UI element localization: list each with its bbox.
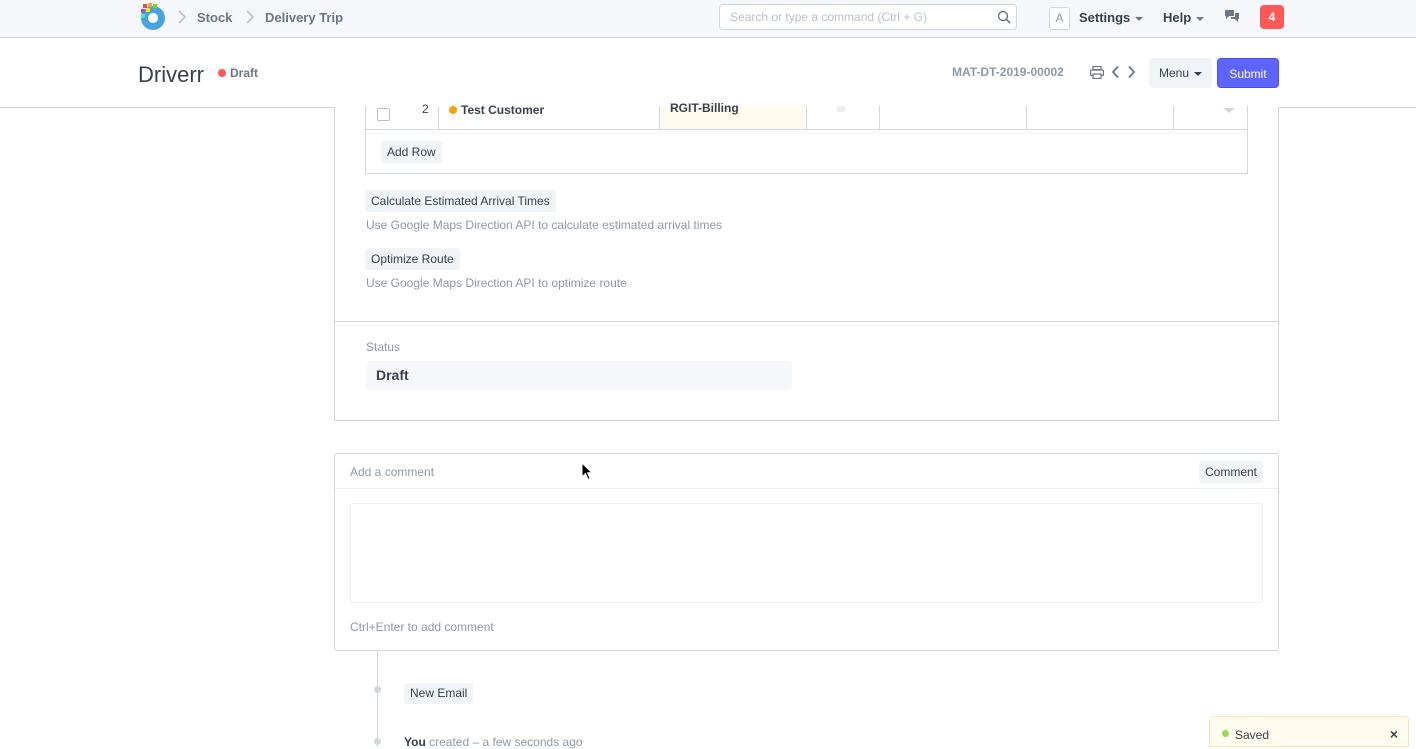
settings-label: Settings <box>1079 10 1131 25</box>
calculate-arrival-times-button[interactable]: Calculate Estimated Arrival Times <box>365 190 556 212</box>
saved-toast: Saved × <box>1209 716 1409 747</box>
empty-cell[interactable] <box>1027 106 1174 129</box>
comment-hint: Ctrl+Enter to add comment <box>350 620 494 634</box>
chat-icon[interactable] <box>1224 9 1240 23</box>
breadcrumb-stock[interactable]: Stock <box>197 10 232 25</box>
search-box <box>719 4 1017 30</box>
mouse-cursor-icon <box>581 462 593 481</box>
row-checkbox[interactable] <box>377 108 390 121</box>
empty-cell[interactable] <box>880 106 1027 129</box>
help-label: Help <box>1163 10 1192 25</box>
timeline-dot <box>374 686 381 693</box>
status-field: Draft <box>366 361 792 390</box>
notifications-badge[interactable]: 4 <box>1260 5 1284 29</box>
row-expand-icon[interactable] <box>1223 108 1235 113</box>
optimize-help-text: Use Google Maps Direction API to optimiz… <box>366 276 627 290</box>
form-section: 2 Test Customer RGIT-Billing Add Row Cal… <box>334 101 1279 421</box>
add-row-button[interactable]: Add Row <box>381 141 442 163</box>
search-input[interactable] <box>720 5 1000 29</box>
page-title: Driverr <box>138 62 204 87</box>
caret-down-icon <box>1135 16 1144 21</box>
navbar: Stock Delivery Trip A Settings Help 4 <box>0 0 1416 38</box>
customer-name: Test Customer <box>461 103 545 117</box>
customer-value: Test Customer <box>449 103 544 117</box>
new-email-button[interactable]: New Email <box>404 683 474 704</box>
document-name: MAT-DT-2019-00002 <box>952 65 1064 79</box>
status-indicator-label: Draft <box>230 66 259 80</box>
table-row[interactable]: 2 Test Customer RGIT-Billing <box>366 101 1247 130</box>
breadcrumb-delivery-trip[interactable]: Delivery Trip <box>265 10 343 25</box>
status-label: Status <box>366 340 401 354</box>
customer-status-dot <box>449 105 457 114</box>
row-index: 2 <box>422 102 429 116</box>
optimize-route-button[interactable]: Optimize Route <box>365 248 460 270</box>
close-icon[interactable]: × <box>1390 726 1398 742</box>
previous-doc-icon[interactable] <box>1111 65 1120 79</box>
submit-button[interactable]: Submit <box>1217 58 1279 88</box>
status-dot <box>218 68 226 77</box>
calculate-help-text: Use Google Maps Direction API to calcula… <box>366 218 723 232</box>
cell-checkbox[interactable] <box>837 106 845 112</box>
customer-cell[interactable]: Test Customer <box>439 103 660 129</box>
timeline-line <box>377 651 378 747</box>
settings-menu[interactable]: Settings <box>1079 10 1144 25</box>
page-head: Driverr Draft MAT-DT-2019-00002 Menu Sub… <box>0 38 1416 108</box>
menu-button-label: Menu <box>1158 66 1190 80</box>
address-value: RGIT-Billing <box>670 101 739 115</box>
app-logo[interactable] <box>138 2 168 32</box>
next-doc-icon[interactable] <box>1127 65 1136 79</box>
section-divider <box>335 321 1278 322</box>
comment-button[interactable]: Comment <box>1198 461 1263 483</box>
chevron-right-icon <box>178 10 187 24</box>
comment-title: Add a comment <box>350 465 435 479</box>
comment-header: Add a comment Comment <box>335 454 1278 489</box>
checkbox-cell[interactable] <box>807 106 880 129</box>
status-indicator: Draft <box>218 66 258 80</box>
timeline-dot <box>374 738 381 745</box>
avatar[interactable]: A <box>1049 7 1070 30</box>
row-edit-cell[interactable] <box>1174 106 1247 129</box>
search-icon[interactable] <box>997 10 1011 24</box>
delivery-stops-table: 2 Test Customer RGIT-Billing Add Row <box>365 101 1248 174</box>
chevron-right-icon <box>246 10 255 24</box>
menu-button[interactable]: Menu <box>1149 58 1212 88</box>
success-dot <box>1222 730 1229 737</box>
comment-input[interactable] <box>350 503 1263 603</box>
address-cell[interactable]: RGIT-Billing <box>660 101 807 129</box>
print-icon[interactable] <box>1090 66 1104 79</box>
toast-message: Saved <box>1235 728 1270 742</box>
row-select-cell: 2 <box>366 102 439 129</box>
help-menu[interactable]: Help <box>1163 10 1205 25</box>
comment-box: Add a comment Comment Ctrl+Enter to add … <box>334 453 1279 651</box>
caret-down-icon <box>1196 16 1205 21</box>
caret-down-icon <box>1194 71 1203 76</box>
